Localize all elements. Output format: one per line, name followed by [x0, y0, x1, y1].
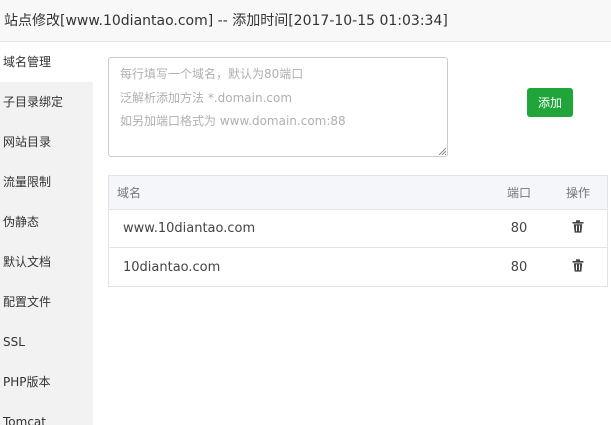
row-port: 80	[510, 221, 528, 236]
table-row: 10diantao.com 80	[109, 248, 607, 286]
header-domain: 域名	[117, 186, 142, 200]
domain-table: 域名 端口 操作 www.10diantao.com 80 10diantao.…	[108, 175, 608, 287]
sidebar-item-ssl[interactable]: SSL	[0, 322, 93, 362]
placeholder-line-3: 如另加端口格式为 www.domain.com:88	[120, 114, 346, 128]
table-row: www.10diantao.com 80	[109, 210, 607, 248]
sidebar-item-rewrite[interactable]: 伪静态	[0, 202, 93, 242]
window-title: 站点修改[www.10diantao.com] -- 添加时间[2017-10-…	[0, 0, 611, 42]
sidebar-item-traffic-limit[interactable]: 流量限制	[0, 162, 93, 202]
domain-textarea[interactable]: 每行填写一个域名，默认为80端口 泛解析添加方法 *.domain.com 如另…	[108, 57, 448, 157]
trash-icon[interactable]	[572, 258, 584, 276]
sidebar-item-default-document[interactable]: 默认文档	[0, 242, 93, 282]
resize-grip-icon[interactable]	[438, 147, 446, 155]
row-domain: 10diantao.com	[123, 259, 221, 275]
add-domain-button[interactable]: 添加	[527, 88, 573, 117]
sidebar-item-config-file[interactable]: 配置文件	[0, 282, 93, 322]
placeholder-line-1: 每行填写一个域名，默认为80端口	[120, 67, 304, 81]
table-header: 域名 端口 操作	[109, 176, 607, 210]
row-domain: www.10diantao.com	[123, 221, 256, 236]
placeholder-line-2: 泛解析添加方法 *.domain.com	[120, 90, 293, 105]
sidebar: 域名管理 子目录绑定 网站目录 流量限制 伪静态 默认文档 配置文件 SSL P…	[0, 42, 93, 425]
row-port: 80	[510, 259, 528, 275]
sidebar-item-tomcat[interactable]: Tomcat	[0, 402, 93, 425]
sidebar-item-subdirectory-binding[interactable]: 子目录绑定	[0, 82, 93, 122]
sidebar-item-site-directory[interactable]: 网站目录	[0, 122, 93, 162]
sidebar-item-php-version[interactable]: PHP版本	[0, 362, 93, 402]
header-action: 操作	[565, 186, 590, 200]
header-port: 端口	[506, 186, 531, 200]
trash-icon[interactable]	[572, 220, 584, 237]
sidebar-item-domain-management[interactable]: 域名管理	[0, 42, 93, 82]
